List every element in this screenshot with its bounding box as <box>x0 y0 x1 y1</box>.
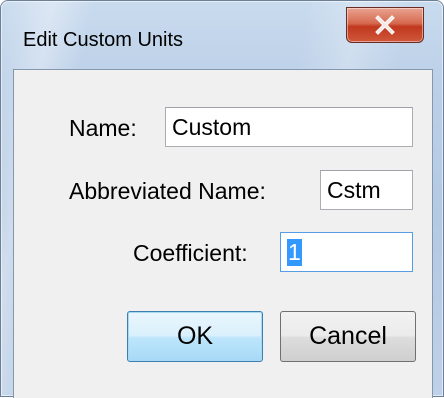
name-label: Name: <box>69 115 137 141</box>
window-title: Edit Custom Units <box>23 29 184 51</box>
coefficient-field[interactable]: 1 <box>280 232 413 272</box>
abbreviated-name-field[interactable]: Cstm <box>320 170 413 210</box>
ok-button[interactable]: OK <box>127 311 263 362</box>
close-button[interactable] <box>346 7 424 43</box>
close-icon <box>375 15 395 35</box>
abbreviated-name-label: Abbreviated Name: <box>69 178 266 204</box>
cancel-button[interactable]: Cancel <box>280 311 416 362</box>
name-field[interactable]: Custom <box>165 107 413 147</box>
dialog-window: Edit Custom Units Name: Custom Abbreviat… <box>0 0 444 398</box>
coefficient-value-selected: 1 <box>287 238 302 266</box>
dialog-body: Name: Custom Abbreviated Name: Cstm Coef… <box>13 69 433 398</box>
coefficient-label: Coefficient: <box>133 240 248 266</box>
